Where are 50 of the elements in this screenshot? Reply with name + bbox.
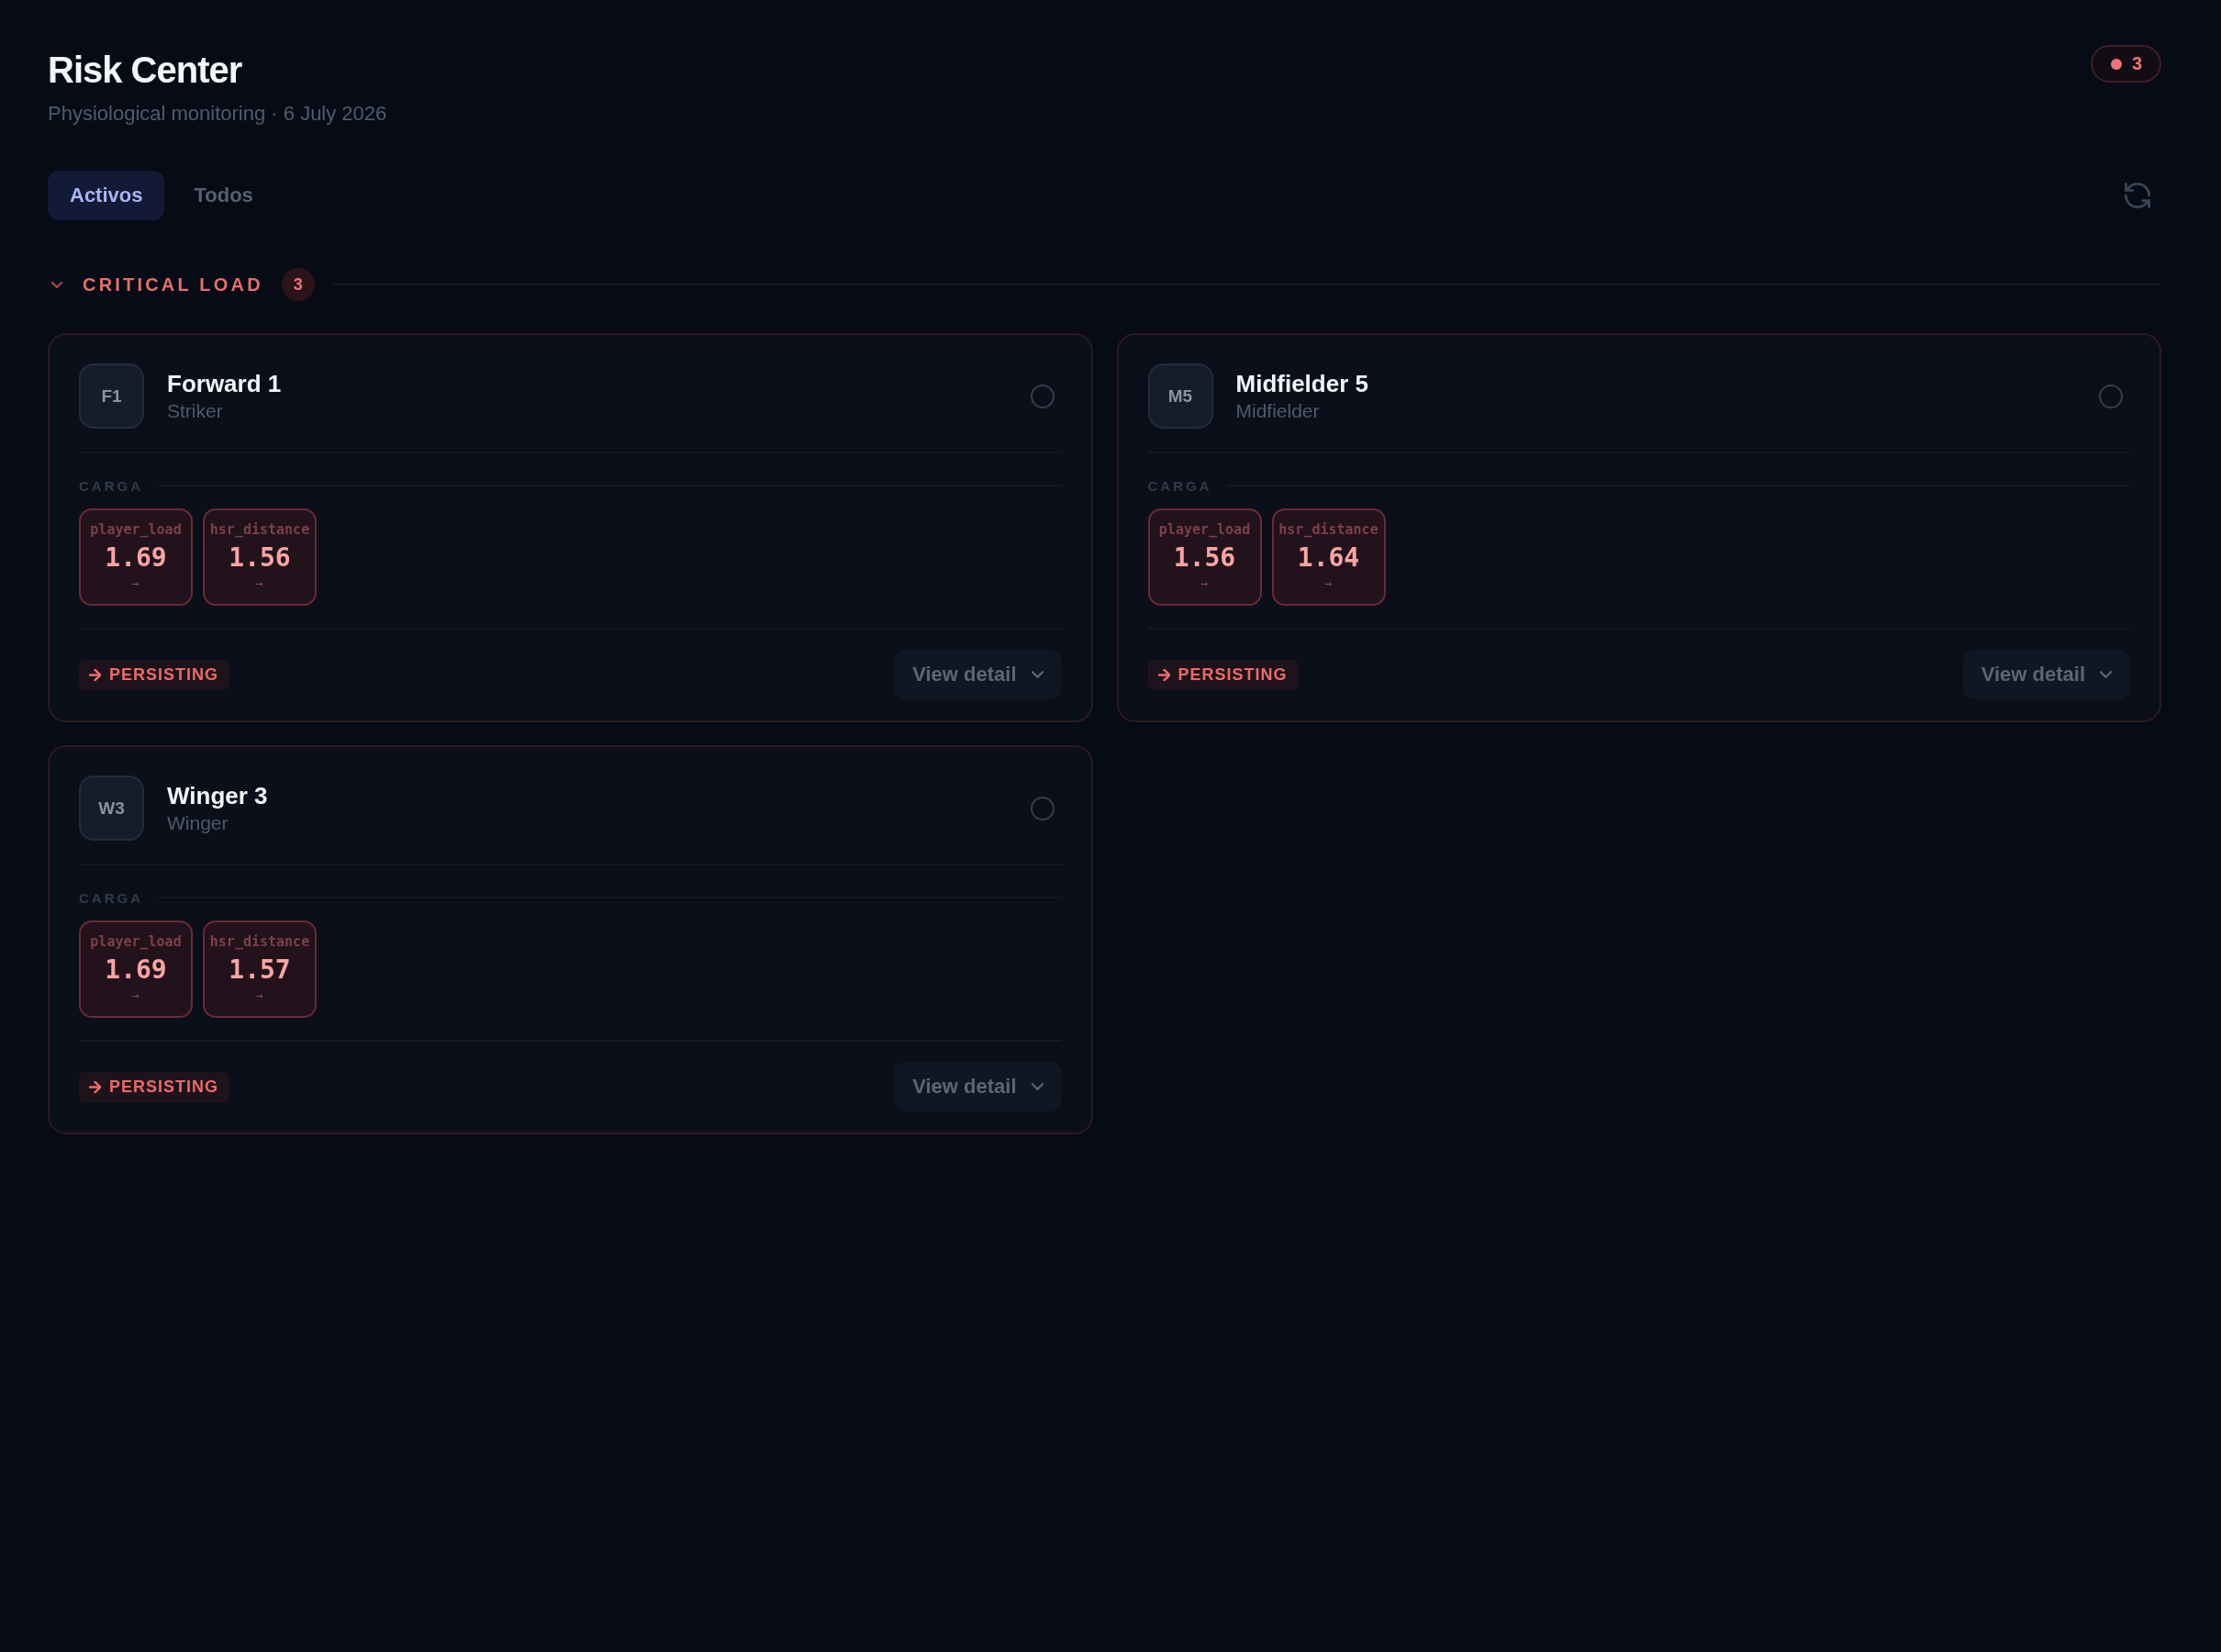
page-subtitle: Physiological monitoring · 6 July 2026 bbox=[48, 101, 387, 127]
filter-tab[interactable]: Todos bbox=[172, 171, 275, 220]
player-avatar: F1 bbox=[79, 363, 144, 429]
alert-count: 3 bbox=[2131, 53, 2142, 74]
trend-arrow: → bbox=[132, 988, 140, 1003]
trend-arrow: → bbox=[1324, 576, 1333, 591]
metric-value: 1.69 bbox=[105, 543, 167, 573]
player-role: Striker bbox=[167, 398, 224, 423]
player-role: Midfielder bbox=[1235, 398, 1321, 423]
filter-tab[interactable]: Activos bbox=[48, 171, 165, 220]
player-avatar: M5 bbox=[1147, 363, 1213, 429]
metric-value: 1.56 bbox=[1173, 543, 1236, 573]
trend-arrow: → bbox=[1200, 576, 1209, 591]
player-name: Winger 3 bbox=[167, 781, 269, 809]
metric-value: 1.57 bbox=[229, 955, 291, 985]
metric-label: hsr_distance bbox=[209, 521, 310, 538]
select-radio[interactable] bbox=[1030, 796, 1055, 820]
chevron-down-icon[interactable] bbox=[51, 281, 62, 288]
player-name: Forward 1 bbox=[167, 369, 283, 397]
view-detail-button[interactable]: View detail bbox=[894, 650, 1062, 699]
status-text: PERSISTING bbox=[1177, 664, 1288, 685]
view-detail-button[interactable]: View detail bbox=[894, 1062, 1062, 1111]
chevron-down-icon bbox=[2100, 671, 2112, 678]
metric-value: 1.69 bbox=[105, 955, 167, 985]
metric-value: 1.64 bbox=[1297, 543, 1360, 573]
view-detail-button[interactable]: View detail bbox=[1962, 650, 2130, 699]
section-title: CRITICAL LOAD bbox=[83, 273, 263, 296]
status-text: PERSISTING bbox=[109, 1077, 219, 1097]
trend-arrow: → bbox=[256, 988, 263, 1003]
select-radio[interactable] bbox=[2099, 384, 2123, 408]
metric-label: hsr_distance bbox=[1278, 521, 1378, 538]
player-role: Winger bbox=[167, 810, 229, 835]
metric-label: hsr_distance bbox=[209, 933, 310, 950]
player-name: Midfielder 5 bbox=[1235, 369, 1369, 397]
trend-arrow: → bbox=[132, 576, 140, 591]
metric-value: 1.56 bbox=[229, 543, 291, 573]
arrow-right-icon bbox=[1157, 668, 1170, 681]
refresh-icon[interactable] bbox=[2125, 183, 2150, 208]
chevron-down-icon bbox=[1031, 671, 1044, 678]
group-count-badge: 3 bbox=[281, 268, 315, 301]
metric-label: player_load bbox=[90, 521, 182, 538]
metric-label: player_load bbox=[90, 933, 182, 950]
trend-arrow: → bbox=[256, 576, 263, 591]
select-radio[interactable] bbox=[1030, 384, 1055, 408]
status-text: PERSISTING bbox=[109, 664, 219, 685]
status-dot-icon bbox=[2110, 58, 2122, 70]
chevron-down-icon bbox=[1031, 1083, 1044, 1090]
metric-label: player_load bbox=[1158, 521, 1251, 538]
player-avatar: W3 bbox=[79, 776, 144, 841]
page-title: Risk Center bbox=[48, 49, 243, 92]
